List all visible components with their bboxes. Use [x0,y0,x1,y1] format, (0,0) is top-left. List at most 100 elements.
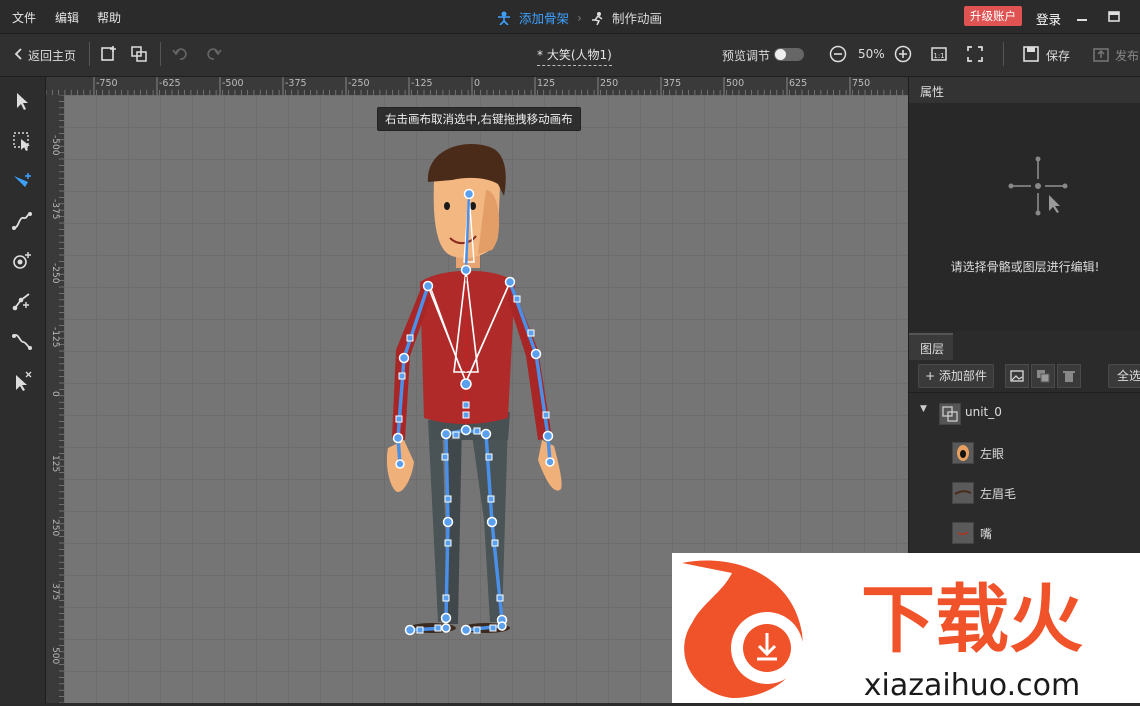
curve-bone-icon[interactable] [11,330,33,352]
preview-adjust-label: 预览调节 [722,49,771,63]
menu-file[interactable]: 文件 [12,9,36,26]
workflow-steps: 添加骨架 › 制作动画 [497,8,662,27]
duplicate-icon [1037,370,1050,383]
ruler-horizontal: -750 -625 -500 -375 -250 -125 0 125 250 375 500 625… [46,77,908,96]
connect-bones-icon[interactable] [11,290,33,312]
run-figure-icon [592,11,603,25]
ruler-tick-label: -375 [285,78,307,89]
ruler-tick-label: 625 [789,78,808,89]
menu-help[interactable]: 帮助 [97,9,121,26]
add-part-button[interactable]: + 添加部件 [918,364,994,388]
delete-bone-icon[interactable] [11,370,33,392]
layers-tab-label: 图层 [920,342,945,356]
marquee-select-icon[interactable] [11,130,33,152]
group-label: unit_0 [965,405,1002,419]
ruler-tick-label: 0 [474,78,481,89]
layer-thumbnail [952,482,974,504]
watermark-url: xiazaihuo.com [864,668,1080,703]
add-image-button[interactable] [1005,364,1029,388]
layer-row[interactable]: 嘴 [909,513,1140,554]
bone-icon [498,11,510,25]
menu-edit[interactable]: 编辑 [55,9,79,26]
undo-icon[interactable] [172,45,190,63]
save-button[interactable]: 保存 [1046,47,1070,64]
layer-label: 左眉毛 [980,487,1017,501]
zoom-in-icon[interactable] [894,45,912,63]
divider [160,42,161,66]
layer-group-row[interactable]: ▼ unit_0 [909,393,1140,434]
watermark: 下载火 xiazaihuo.com [672,553,1140,703]
copy-icon[interactable] [130,45,148,63]
minimize-icon[interactable] [1074,8,1090,24]
zoom-level: 50% [858,47,885,61]
divider [1003,42,1004,66]
publish-button[interactable]: 发布 [1115,47,1139,64]
step-make-animation[interactable]: 制作动画 [612,8,662,27]
select-all-button[interactable]: 全选 [1108,364,1140,388]
zoom-out-icon[interactable] [829,45,847,63]
caret-down-icon[interactable]: ▼ [920,404,927,414]
layer-row[interactable]: 左眉毛 [909,473,1140,514]
ruler-tick-label: -375 [50,199,60,220]
watermark-brand: 下载火 [861,577,1083,663]
properties-header: 属性 [909,77,1140,103]
document-name[interactable]: * 大笑(人物1) [537,46,612,66]
layer-thumbnail [952,442,974,464]
fullscreen-icon[interactable] [966,45,984,63]
ruler-tick-label: -500 [50,135,60,156]
ruler-tick-label: -500 [222,78,244,89]
ruler-tick-label: 125 [537,78,556,89]
login-link[interactable]: 登录 [1036,9,1061,28]
chevron-left-icon[interactable] [10,45,28,63]
layer-row[interactable]: 左眼 [909,433,1140,474]
properties-hint: 请选择骨骼或图层进行编辑! [950,260,1100,274]
bend-bone-icon[interactable] [11,210,33,232]
layer-label: 左眼 [980,447,1005,461]
ruler-tick-label: 375 [663,78,682,89]
layer-thumbnail [952,522,974,544]
ruler-tick-label: -125 [50,327,60,348]
image-icon [1010,370,1024,382]
actual-size-icon[interactable]: 1:1 [930,45,948,63]
select-arrow-icon[interactable] [11,90,33,112]
upgrade-account-button[interactable]: 升级账户 [964,6,1022,26]
layer-label: 嘴 [980,527,993,541]
title-bar: 文件 编辑 帮助 添加骨架 › 制作动画 升级账户 登录 [0,0,1140,34]
save-icon[interactable] [1022,45,1040,63]
step-add-bones[interactable]: 添加骨架 [519,8,569,27]
ruler-tick-label: 750 [852,78,871,89]
xiazaihuo-logo: 下载火 xiazaihuo.com [682,560,1083,703]
back-home-button[interactable]: 返回主页 [28,47,76,64]
properties-title: 属性 [920,85,945,99]
new-file-icon[interactable] [100,45,118,63]
tab-layers[interactable]: 图层 [909,333,953,361]
maximize-icon[interactable] [1106,8,1122,24]
trash-icon [1063,371,1075,382]
ruler-tick-label: 250 [600,78,619,89]
ruler-tick-label: 500 [726,78,745,89]
divider [89,42,90,66]
properties-body: 请选择骨骼或图层进行编辑! [909,103,1140,331]
add-bone-icon[interactable] [11,170,33,192]
publish-icon[interactable] [1092,45,1110,63]
ruler-tick-label: -125 [411,78,433,89]
ruler-tick-label: 0 [50,391,60,397]
preview-toggle[interactable] [774,48,804,61]
layers-toolbar: + 添加部件 全选 [909,360,1140,393]
chevron-right-icon: › [577,10,583,25]
ruler-tick-label: 125 [50,455,60,473]
ruler-tick-label: -750 [96,78,118,89]
tool-palette [0,77,46,703]
ruler-tick-label: 250 [50,519,60,537]
delete-layer-button[interactable] [1057,364,1081,388]
ruler-vertical: -500 -375 -250 -125 0 125 250 375 500 [46,95,65,703]
toolbar: 返回主页 * 大笑(人物1) 预览调节 50% 1:1 保存 发布 [0,34,1140,77]
ruler-tick-label: -250 [348,78,370,89]
ruler-tick-label: -250 [50,263,60,284]
add-joint-icon[interactable] [11,250,33,272]
redo-icon[interactable] [204,45,222,63]
svg-text:1:1: 1:1 [933,52,944,60]
ruler-tick-label: 375 [50,583,60,601]
group-icon [939,403,961,425]
duplicate-layer-button[interactable] [1031,364,1055,388]
